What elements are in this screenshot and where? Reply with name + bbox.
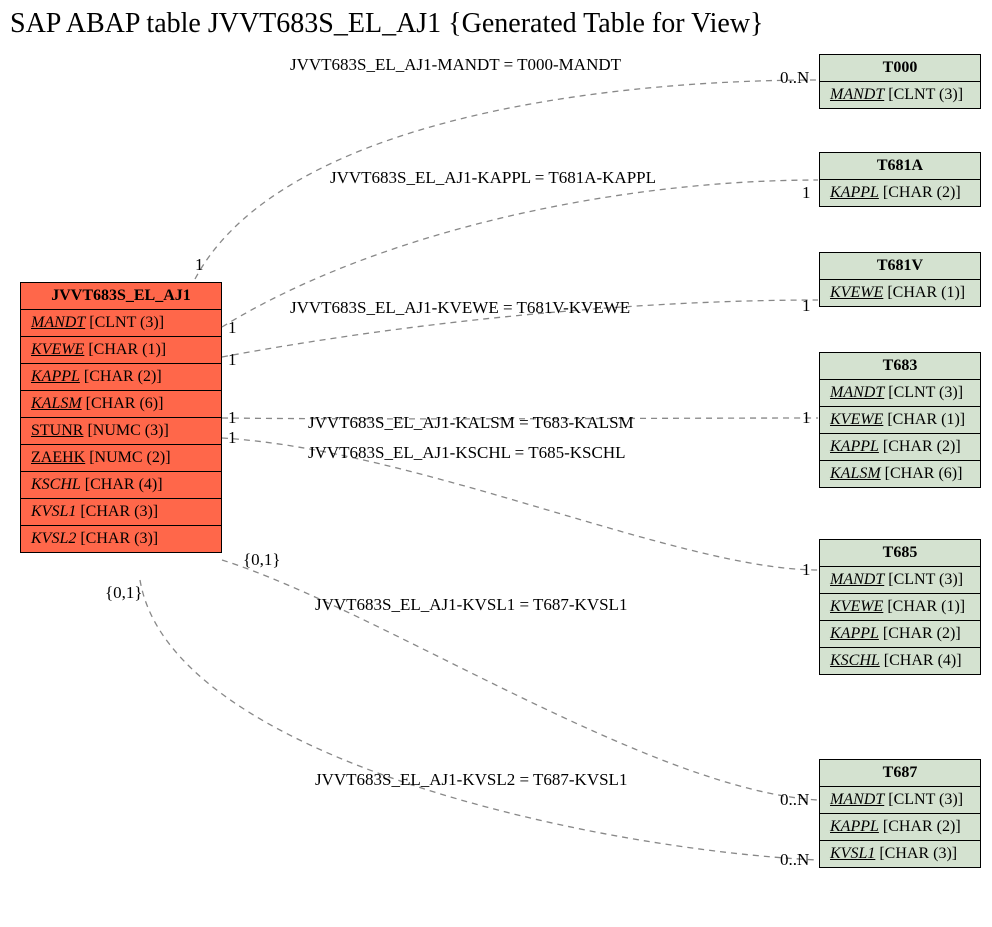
cardinality-label: {0,1} — [243, 550, 281, 570]
field-row: KAPPL [CHAR (2)] — [21, 364, 221, 391]
field-row: MANDT [CLNT (3)] — [820, 380, 980, 407]
cardinality-label: 1 — [802, 296, 811, 316]
relationship-label: JVVT683S_EL_AJ1-KAPPL = T681A-KAPPL — [330, 168, 656, 188]
field-row: KVEWE [CHAR (1)] — [820, 280, 980, 306]
entity-main-header: JVVT683S_EL_AJ1 — [21, 283, 221, 310]
cardinality-label: 1 — [228, 350, 237, 370]
relationship-label: JVVT683S_EL_AJ1-KVSL2 = T687-KVSL1 — [315, 770, 627, 790]
field-row: KVEWE [CHAR (1)] — [820, 407, 980, 434]
entity-header: T000 — [820, 55, 980, 82]
entity-t685: T685 MANDT [CLNT (3)] KVEWE [CHAR (1)] K… — [819, 539, 981, 675]
field-row: KVSL1 [CHAR (3)] — [21, 499, 221, 526]
relationship-label: JVVT683S_EL_AJ1-MANDT = T000-MANDT — [290, 55, 621, 75]
entity-header: T681A — [820, 153, 980, 180]
entity-main: JVVT683S_EL_AJ1 MANDT [CLNT (3)] KVEWE [… — [20, 282, 222, 553]
cardinality-label: 0..N — [780, 68, 809, 88]
entity-header: T685 — [820, 540, 980, 567]
entity-header: T683 — [820, 353, 980, 380]
field-row: STUNR [NUMC (3)] — [21, 418, 221, 445]
cardinality-label: 1 — [228, 318, 237, 338]
field-row: KVSL1 [CHAR (3)] — [820, 841, 980, 867]
entity-t000: T000 MANDT [CLNT (3)] — [819, 54, 981, 109]
field-row: KAPPL [CHAR (2)] — [820, 621, 980, 648]
cardinality-label: 0..N — [780, 790, 809, 810]
page-title: SAP ABAP table JVVT683S_EL_AJ1 {Generate… — [10, 8, 763, 40]
field-row: KSCHL [CHAR (4)] — [820, 648, 980, 674]
cardinality-label: 1 — [195, 255, 204, 275]
field-row: KALSM [CHAR (6)] — [21, 391, 221, 418]
entity-t683: T683 MANDT [CLNT (3)] KVEWE [CHAR (1)] K… — [819, 352, 981, 488]
field-row: MANDT [CLNT (3)] — [21, 310, 221, 337]
cardinality-label: 0..N — [780, 850, 809, 870]
field-row: MANDT [CLNT (3)] — [820, 787, 980, 814]
field-row: KALSM [CHAR (6)] — [820, 461, 980, 487]
relationship-label: JVVT683S_EL_AJ1-KVSL1 = T687-KVSL1 — [315, 595, 627, 615]
entity-header: T681V — [820, 253, 980, 280]
field-row: ZAEHK [NUMC (2)] — [21, 445, 221, 472]
field-row: MANDT [CLNT (3)] — [820, 82, 980, 108]
field-row: KVEWE [CHAR (1)] — [820, 594, 980, 621]
field-row: MANDT [CLNT (3)] — [820, 567, 980, 594]
cardinality-label: 1 — [228, 408, 237, 428]
cardinality-label: 1 — [802, 560, 811, 580]
entity-header: T687 — [820, 760, 980, 787]
cardinality-label: {0,1} — [105, 583, 143, 603]
relationship-label: JVVT683S_EL_AJ1-KVEWE = T681V-KVEWE — [290, 298, 630, 318]
relationship-label: JVVT683S_EL_AJ1-KSCHL = T685-KSCHL — [308, 443, 626, 463]
cardinality-label: 1 — [228, 428, 237, 448]
relationship-label: JVVT683S_EL_AJ1-KALSM = T683-KALSM — [308, 413, 634, 433]
field-row: KVEWE [CHAR (1)] — [21, 337, 221, 364]
entity-t681v: T681V KVEWE [CHAR (1)] — [819, 252, 981, 307]
field-row: KAPPL [CHAR (2)] — [820, 180, 980, 206]
cardinality-label: 1 — [802, 183, 811, 203]
cardinality-label: 1 — [802, 408, 811, 428]
field-row: KAPPL [CHAR (2)] — [820, 814, 980, 841]
entity-t681a: T681A KAPPL [CHAR (2)] — [819, 152, 981, 207]
entity-t687: T687 MANDT [CLNT (3)] KAPPL [CHAR (2)] K… — [819, 759, 981, 868]
field-row: KAPPL [CHAR (2)] — [820, 434, 980, 461]
field-row: KSCHL [CHAR (4)] — [21, 472, 221, 499]
field-row: KVSL2 [CHAR (3)] — [21, 526, 221, 552]
